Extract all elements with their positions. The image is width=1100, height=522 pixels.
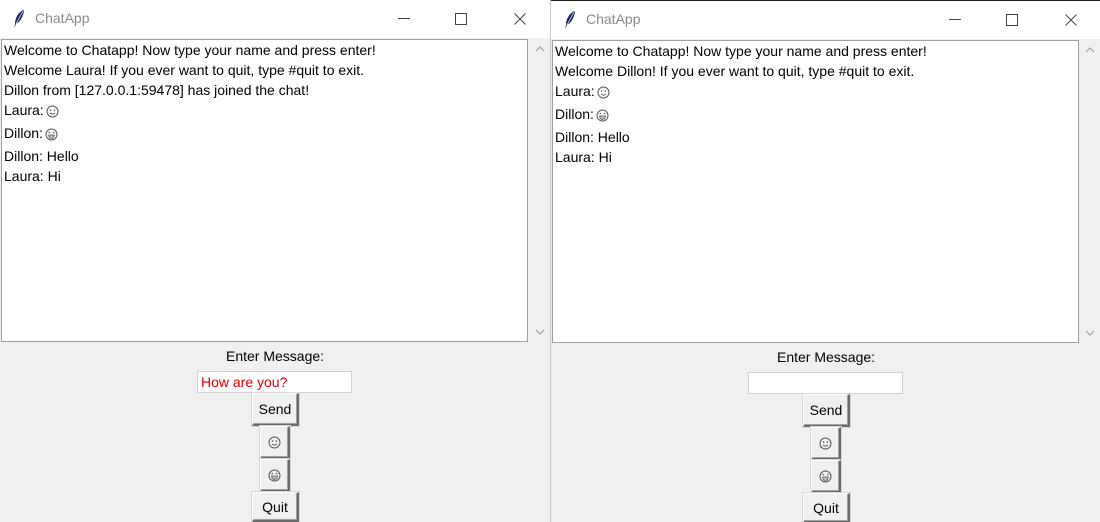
chat-message: Laura: Hi (553, 147, 1078, 167)
maximize-button[interactable] (989, 1, 1035, 39)
smiley-face-icon (46, 103, 59, 123)
chat-message-text: Dillon: Hello (4, 148, 79, 164)
message-input[interactable] (197, 371, 352, 393)
scroll-up-arrow[interactable] (530, 39, 550, 59)
laughing-emoji-button[interactable] (811, 460, 841, 493)
send-button[interactable]: Send (803, 394, 850, 427)
chat-message-text: Dillon: (555, 106, 594, 122)
title-bar[interactable]: ChatApp (551, 1, 1100, 39)
close-icon (1065, 14, 1077, 26)
close-icon (514, 13, 526, 25)
smiley-emoji-button[interactable] (260, 426, 290, 459)
maximize-button[interactable] (438, 0, 484, 38)
laughing-face-icon (596, 107, 609, 127)
chat-message: Dillon: (2, 123, 527, 146)
minimize-button[interactable] (381, 0, 427, 38)
feather-icon (565, 11, 575, 29)
minimize-icon (949, 19, 961, 20)
chat-message-text: Laura: Hi (4, 168, 61, 184)
chat-message-text: Laura: Hi (555, 149, 612, 165)
minimize-icon (398, 18, 410, 19)
chevron-down-icon (1085, 330, 1095, 336)
maximize-icon (455, 13, 467, 25)
chat-message: Welcome Dillon! If you ever want to quit… (553, 61, 1078, 81)
message-input[interactable] (748, 372, 903, 394)
send-button[interactable]: Send (252, 393, 299, 426)
chat-scrollbar[interactable] (530, 39, 550, 342)
minimize-button[interactable] (932, 1, 978, 39)
chat-message: Laura: (2, 100, 527, 123)
laughing-face-icon (45, 126, 58, 146)
chat-message-text: Laura: (4, 102, 44, 118)
smiley-face-icon (268, 436, 281, 448)
smiley-face-icon (597, 84, 610, 104)
chat-message: Welcome to Chatapp! Now type your name a… (2, 40, 527, 60)
chat-log[interactable]: Welcome to Chatapp! Now type your name a… (552, 40, 1079, 343)
title-bar[interactable]: ChatApp (0, 0, 550, 38)
desktop: ChatApp Welcome to Chatapp! Now type you… (0, 0, 1100, 522)
chat-message: Welcome Laura! If you ever want to quit,… (2, 60, 527, 80)
chat-message: Laura: (553, 81, 1078, 104)
chat-message-text: Welcome to Chatapp! Now type your name a… (555, 43, 927, 59)
feather-icon (14, 10, 24, 28)
chat-message-text: Welcome Dillon! If you ever want to quit… (555, 63, 915, 79)
chat-message: Dillon: Hello (553, 127, 1078, 147)
window-title: ChatApp (586, 11, 641, 27)
chat-message: Welcome to Chatapp! Now type your name a… (553, 41, 1078, 61)
quit-button[interactable]: Quit (803, 493, 850, 522)
smiley-emoji-button[interactable] (811, 427, 841, 460)
enter-message-label: Enter Message: (777, 349, 876, 365)
chat-message: Dillon from [127.0.0.1:59478] has joined… (2, 80, 527, 100)
close-button[interactable] (497, 0, 543, 38)
scroll-down-arrow[interactable] (1080, 323, 1100, 343)
close-button[interactable] (1048, 1, 1094, 39)
quit-button[interactable]: Quit (252, 492, 299, 522)
message-controls: Enter Message: Send Quit (0, 342, 550, 522)
chat-message: Dillon: (553, 104, 1078, 127)
chat-message-text: Dillon: (4, 125, 43, 141)
chevron-down-icon (535, 329, 545, 335)
chat-message-text: Laura: (555, 83, 595, 99)
chevron-up-icon (535, 46, 545, 52)
maximize-icon (1006, 14, 1018, 26)
chat-window-dillon: ChatApp Welcome to Chatapp! Now type you… (551, 0, 1100, 522)
chat-message: Laura: Hi (2, 166, 527, 186)
chat-message-text: Dillon: Hello (555, 129, 630, 145)
smiley-face-icon (819, 437, 832, 449)
laughing-face-icon (268, 469, 281, 481)
enter-message-label: Enter Message: (226, 348, 325, 364)
window-title: ChatApp (35, 10, 90, 26)
laughing-emoji-button[interactable] (260, 459, 290, 492)
chat-scrollbar[interactable] (1080, 40, 1100, 343)
laughing-face-icon (819, 470, 832, 482)
chat-message-text: Welcome Laura! If you ever want to quit,… (4, 62, 365, 78)
chat-window-laura: ChatApp Welcome to Chatapp! Now type you… (0, 0, 550, 522)
scroll-down-arrow[interactable] (530, 322, 550, 342)
chat-message: Dillon: Hello (2, 146, 527, 166)
chevron-up-icon (1085, 47, 1095, 53)
scroll-up-arrow[interactable] (1080, 40, 1100, 60)
message-controls: Enter Message: Send Quit (551, 343, 1100, 522)
chat-log[interactable]: Welcome to Chatapp! Now type your name a… (1, 39, 528, 342)
chat-message-text: Dillon from [127.0.0.1:59478] has joined… (4, 82, 310, 98)
chat-message-text: Welcome to Chatapp! Now type your name a… (4, 42, 376, 58)
